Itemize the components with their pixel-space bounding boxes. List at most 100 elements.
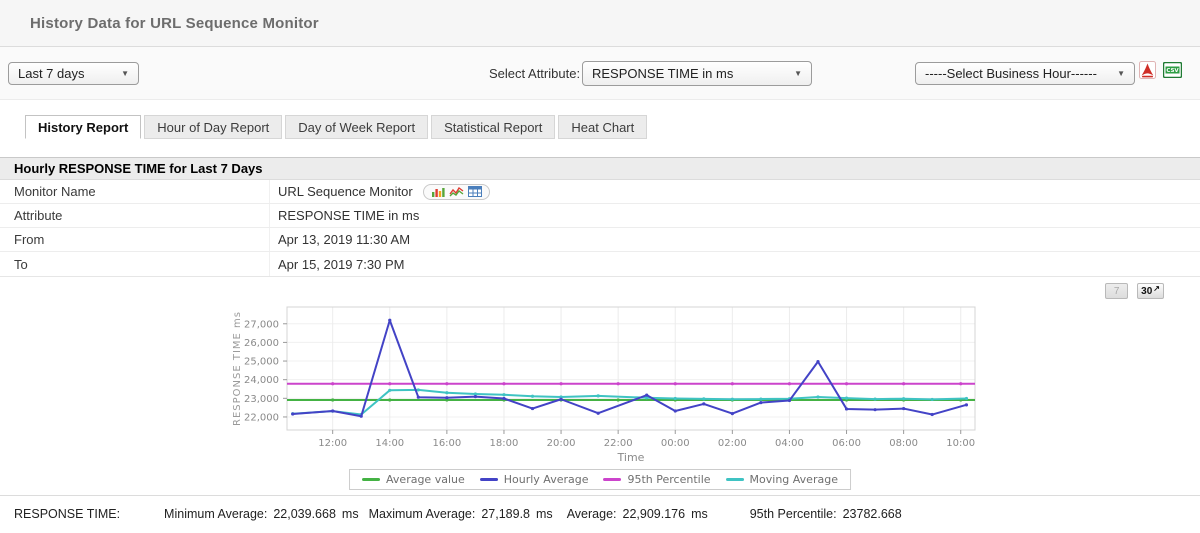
row-label: To (0, 252, 270, 276)
tab-heat-chart[interactable]: Heat Chart (558, 115, 648, 139)
legend-swatch (725, 478, 744, 481)
summary-item-value: 23782.668 (842, 507, 902, 521)
toolbar: Last 7 days ▼ Select Attribute: RESPONSE… (0, 47, 1200, 100)
svg-text:18:00: 18:00 (490, 438, 519, 449)
row-value: Apr 15, 2019 7:30 PM (270, 257, 404, 272)
tab-day-of-week-report[interactable]: Day of Week Report (285, 115, 429, 139)
history-chart: 22,000 23,000 24,000 25,000 26,000 27,000 12:0… (232, 306, 976, 464)
row-label: From (0, 228, 270, 251)
row-value-text: Apr 13, 2019 11:30 AM (278, 232, 411, 247)
row-value-text: URL Sequence Monitor (278, 184, 413, 199)
tab-hour-of-day-report[interactable]: Hour of Day Report (144, 115, 283, 139)
history-chart-card: 7 30 ↗ 22,000 23,000 24,000 25,000 26,000 27,00… (0, 277, 1200, 495)
csv-icon[interactable]: CSV (1163, 62, 1182, 78)
report-tabs: History Report Hour of Day Report Day of W… (25, 115, 1200, 139)
report-table-title: Hourly RESPONSE TIME for Last 7 Days (0, 157, 1200, 180)
chevron-down-icon: ▼ (121, 69, 129, 78)
summary-item-unit: ms (691, 507, 708, 521)
time-range-value: Last 7 days (18, 66, 85, 81)
summary-item-label: 95th Percentile: (749, 507, 837, 521)
summary-item: 95th Percentile: 23782.668 (750, 507, 902, 521)
svg-text:22:00: 22:00 (604, 438, 633, 449)
attribute-label: Select Attribute: (489, 66, 581, 81)
time-range-select[interactable]: Last 7 days ▼ (8, 62, 139, 85)
summary-item-label: Minimum Average: (164, 507, 268, 521)
tab-statistical-report[interactable]: Statistical Report (431, 115, 556, 139)
page-title: History Data for URL Sequence Monitor (30, 14, 319, 32)
svg-text:10:00: 10:00 (946, 438, 975, 449)
attribute-select[interactable]: RESPONSE TIME in ms ▼ (582, 61, 812, 86)
export-buttons: CSV (1139, 61, 1182, 79)
business-hour-select[interactable]: -----Select Business Hour------ ▼ (915, 62, 1135, 85)
period-30-button[interactable]: 30 ↗ (1137, 283, 1164, 299)
svg-text:26,000: 26,000 (244, 338, 279, 349)
svg-text:02:00: 02:00 (718, 438, 747, 449)
period-button-label: 30 (1141, 285, 1153, 297)
row-label: Attribute (0, 204, 270, 227)
svg-text:24,000: 24,000 (244, 375, 279, 386)
row-value-text: RESPONSE TIME in ms (278, 208, 420, 223)
legend-label: Average value (386, 473, 465, 486)
svg-text:14:00: 14:00 (375, 438, 404, 449)
line-chart-icon[interactable] (449, 186, 464, 197)
svg-text:22,000: 22,000 (244, 412, 279, 423)
summary-item-label: Average: (566, 507, 617, 521)
legend-item: Average value (362, 473, 465, 486)
attribute-value: RESPONSE TIME in ms (592, 66, 734, 81)
chevron-down-icon: ▼ (794, 69, 802, 78)
legend-label: 95th Percentile (627, 473, 711, 486)
bar-chart-icon[interactable] (431, 186, 445, 198)
svg-text:Time: Time (617, 451, 645, 464)
svg-text:27,000: 27,000 (244, 319, 279, 330)
summary-title: RESPONSE TIME: (14, 507, 121, 521)
business-hour-value: -----Select Business Hour------ (925, 66, 1097, 81)
row-label: Monitor Name (0, 180, 270, 203)
legend-item: Hourly Average (479, 473, 589, 486)
summary-item: Minimum Average: 22,039.668 ms (164, 507, 359, 521)
summary-item-value: 22,909.176 (622, 507, 686, 521)
chart-legend: Average value Hourly Average 95th Percenti… (349, 469, 851, 490)
svg-text:RESPONSE TIME ms: RESPONSE TIME ms (232, 311, 243, 426)
report-table: Hourly RESPONSE TIME for Last 7 Days Mon… (0, 157, 1200, 277)
summary-item-label: Maximum Average: (368, 507, 476, 521)
summary-bar: RESPONSE TIME: Minimum Average: 22,039.66… (0, 495, 1200, 532)
legend-swatch (603, 478, 622, 481)
row-value: Apr 13, 2019 11:30 AM (270, 232, 410, 247)
summary-item-unit: ms (341, 507, 359, 521)
data-table-icon[interactable] (467, 186, 482, 197)
title-bar: History Data for URL Sequence Monitor (0, 0, 1200, 47)
pdf-icon[interactable] (1139, 61, 1156, 79)
svg-text:06:00: 06:00 (832, 438, 861, 449)
legend-swatch (479, 478, 498, 481)
svg-text:00:00: 00:00 (661, 438, 690, 449)
table-row: To Apr 15, 2019 7:30 PM (0, 252, 1200, 276)
summary-item: Maximum Average: 27,189.8 ms (369, 507, 553, 521)
summary-item-value: 22,039.668 (273, 507, 336, 521)
svg-text:16:00: 16:00 (432, 438, 461, 449)
period-buttons: 7 30 ↗ (1105, 283, 1164, 299)
row-value: RESPONSE TIME in ms (270, 208, 419, 223)
svg-text:CSV: CSV (1166, 68, 1179, 74)
row-value: URL Sequence Monitor (270, 183, 490, 200)
legend-swatch (362, 478, 381, 481)
period-button-label: 7 (1113, 285, 1120, 297)
svg-text:08:00: 08:00 (889, 438, 918, 449)
svg-text:04:00: 04:00 (775, 438, 804, 449)
tab-history-report[interactable]: History Report (25, 115, 142, 139)
legend-item: Moving Average (725, 473, 838, 486)
svg-text:23,000: 23,000 (244, 394, 279, 405)
row-value-text: Apr 15, 2019 7:30 PM (278, 256, 405, 272)
legend-item: 95th Percentile (603, 473, 711, 486)
period-7-button[interactable]: 7 (1105, 283, 1129, 299)
table-row: Monitor Name URL Sequence Monitor (0, 180, 1200, 204)
svg-text:25,000: 25,000 (244, 357, 279, 368)
chevron-down-icon: ▼ (1117, 69, 1125, 78)
monitor-chart-shortcuts[interactable] (422, 183, 490, 200)
summary-item-value: 27,189.8 (481, 507, 531, 521)
table-row: From Apr 13, 2019 11:30 AM (0, 228, 1200, 252)
svg-text:12:00: 12:00 (318, 438, 347, 449)
legend-label: Hourly Average (503, 473, 589, 486)
report-table-rows: Monitor Name URL Sequence Monitor Attribut… (0, 180, 1200, 276)
table-row: Attribute RESPONSE TIME in ms (0, 204, 1200, 228)
svg-text:20:00: 20:00 (547, 438, 576, 449)
